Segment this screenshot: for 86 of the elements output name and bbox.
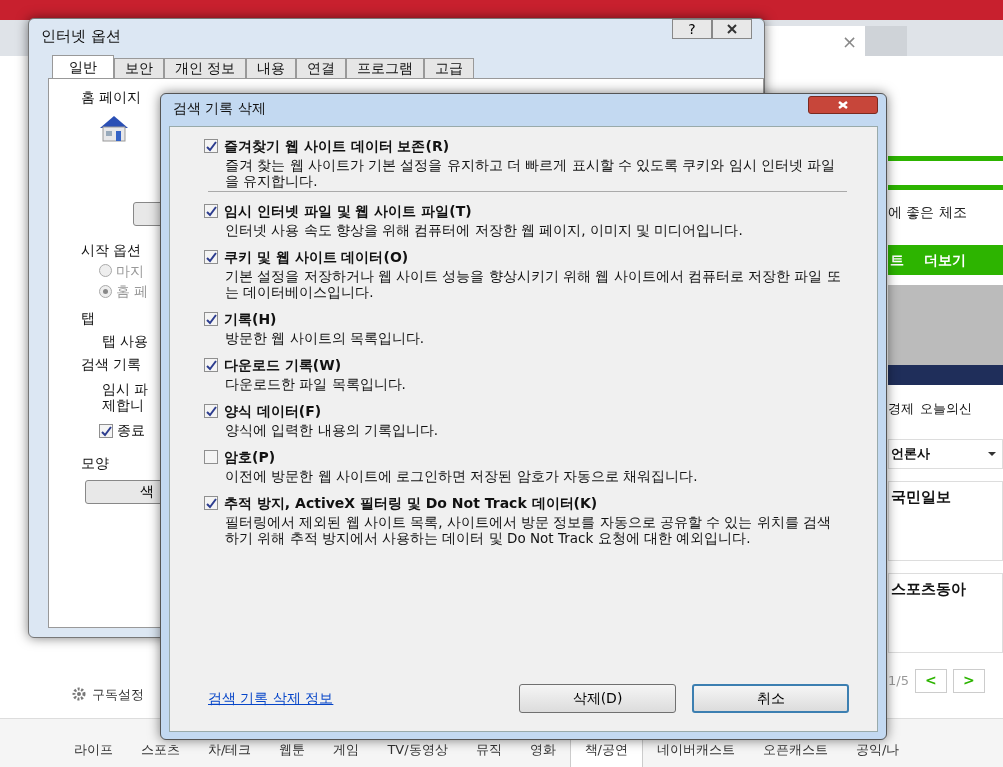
checkbox[interactable]: [99, 423, 113, 438]
checkbox-label[interactable]: 임시 인터넷 파일 및 웹 사이트 파일(T): [224, 200, 472, 222]
check-icon: [100, 424, 112, 437]
news-link[interactable]: 경제: [888, 399, 914, 419]
checkbox[interactable]: [204, 496, 218, 510]
radio-label: 홈 페: [116, 283, 149, 301]
description-text: 양식에 입력한 내용의 기록입니다.: [224, 422, 440, 438]
tab[interactable]: 프로그램: [346, 58, 425, 78]
category-tab[interactable]: 라이프: [60, 727, 127, 767]
checkbox[interactable]: [204, 450, 218, 464]
description-text: 인터넷 사용 속도 향상을 위해 컴퓨터에 저장한 웹 페이지, 이미지 및 미디어입니다.: [224, 222, 744, 238]
radio-button[interactable]: [99, 285, 112, 299]
description-text: 다운로드한 파일 목록입니다.: [224, 376, 407, 392]
check-icon: [205, 251, 217, 263]
category-tab[interactable]: 뮤직: [461, 727, 516, 767]
dialog-button[interactable]: 삭제(D): [519, 684, 676, 713]
info-link[interactable]: 검색 기록 삭제 정보: [208, 688, 334, 709]
tab[interactable]: 보안: [114, 58, 164, 78]
checkbox-label[interactable]: 즐겨찾기 웹 사이트 데이터 보존(R): [224, 135, 450, 157]
tab[interactable]: 내용: [246, 58, 297, 78]
subscribe-settings-link[interactable]: 구독설정: [92, 684, 144, 704]
tab[interactable]: 연결: [296, 58, 347, 78]
category-tab[interactable]: TV/동영상: [373, 727, 462, 767]
section-heading: 시작 옵션: [81, 241, 142, 259]
checkbox-label[interactable]: 기록(H): [224, 308, 277, 330]
category-tab[interactable]: 공익/나: [842, 727, 914, 767]
news-link[interactable]: 오늘의신: [920, 399, 972, 419]
check-icon: [205, 359, 217, 371]
checkbox[interactable]: [204, 358, 218, 372]
help-button[interactable]: ?: [672, 19, 712, 39]
caret-icon: [988, 451, 996, 456]
section-heading: 검색 기록: [81, 355, 142, 373]
tab[interactable]: 고급: [424, 58, 475, 78]
gear-icon: [72, 687, 86, 702]
checkbox[interactable]: [204, 204, 218, 218]
description-text: 즐겨 찾는 웹 사이트가 기본 설정을 유지하고 더 빠르게 표시할 수 있도록 쿠키와 임시 인터넷 파일을 유지합니다.: [224, 157, 837, 189]
body-text: 제합니: [102, 397, 144, 415]
banner-text[interactable]: 에 좋은 체조: [888, 202, 1003, 223]
check-icon: [205, 405, 217, 417]
close-button[interactable]: [808, 96, 878, 114]
category-tab[interactable]: 오픈캐스트: [749, 727, 842, 767]
category-tab[interactable]: 영화: [515, 727, 570, 767]
category-tab[interactable]: 웹툰: [265, 727, 320, 767]
checkbox[interactable]: [204, 250, 218, 264]
radio-label: 마지: [116, 262, 144, 280]
checkbox[interactable]: [204, 139, 218, 153]
body-text: 임시 파: [102, 380, 149, 398]
section-heading: 모양: [81, 454, 109, 472]
description-text: 이전에 방문한 웹 사이트에 로그인하면 저장된 암호가 자동으로 채워집니다.: [224, 468, 699, 484]
radio-button[interactable]: [99, 264, 112, 278]
description-text: 필터링에서 제외된 웹 사이트 목록, 사이트에서 방문 정보를 자동으로 공유할 수 있는 위치를 검색하기 위해 추적 방지에서 사용하는 데이터 및 Do Not Track 요청에 대한 예외입니다.: [224, 514, 833, 546]
checkbox-label[interactable]: 쿠키 및 웹 사이트 데이터(O): [224, 246, 409, 268]
window-title: 인터넷 옵션: [41, 25, 121, 47]
close-button[interactable]: [712, 19, 752, 39]
checkbox-label[interactable]: 양식 데이터(F): [224, 400, 322, 422]
window-title: 검색 기록 삭제: [173, 98, 266, 118]
category-tab[interactable]: 스포츠: [127, 727, 194, 767]
category-tab[interactable]: 네이버캐스트: [643, 727, 749, 767]
close-icon: [726, 23, 738, 35]
category-tab[interactable]: 게임: [319, 727, 374, 767]
tab-close-button[interactable]: ×: [765, 26, 865, 56]
description-text: 방문한 웹 사이트의 목록입니다.: [224, 330, 426, 346]
check-icon: [205, 205, 217, 217]
tab[interactable]: 일반: [52, 55, 114, 78]
check-icon: [205, 497, 217, 509]
page-count: 1/5: [888, 671, 909, 690]
newspaper-card[interactable]: 스포츠동아: [888, 572, 1003, 653]
checkbox[interactable]: [204, 404, 218, 418]
category-tab[interactable]: 차/테크: [194, 727, 266, 767]
newspaper-card[interactable]: 국민일보: [888, 480, 1003, 561]
close-icon: [837, 100, 849, 110]
body-text: 탭 사용: [102, 333, 149, 350]
check-icon: [205, 313, 217, 325]
check-icon: [205, 140, 217, 152]
dialog-button[interactable]: 취소: [692, 684, 849, 713]
section-heading: 탭: [81, 310, 95, 327]
tab[interactable]: 개인 정보: [164, 58, 247, 78]
dropdown-label: 언론사: [891, 444, 930, 463]
checkbox-label: 종료: [117, 422, 145, 439]
section-heading: 홈 페이지: [81, 89, 142, 106]
press-dropdown[interactable]: 언론사: [888, 438, 1003, 469]
description-text: 기본 설정을 저장하거나 웹 사이트 성능을 향상시키기 위해 웹 사이트에서 컴퓨터로 저장한 파일 또는 데이터베이스입니다.: [224, 268, 842, 300]
checkbox-label[interactable]: 다운로드 기록(W): [224, 354, 342, 376]
checkbox-label[interactable]: 추적 방지, ActiveX 필터링 및 Do Not Track 데이터(K): [224, 492, 598, 514]
checkbox[interactable]: [204, 312, 218, 326]
checkbox-label[interactable]: 암호(P): [224, 446, 276, 468]
